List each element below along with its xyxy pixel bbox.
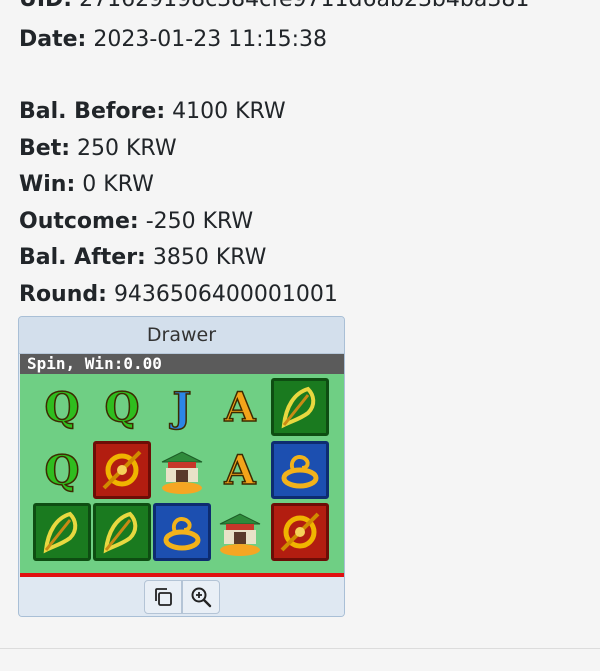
uid-label: UID: bbox=[19, 0, 72, 12]
green-leaf-icon bbox=[32, 502, 92, 562]
balance-after-label: Bal. After: bbox=[19, 245, 146, 270]
red-dragon-icon bbox=[92, 440, 152, 500]
date-row: Date: 2023-01-23 11:15:38 bbox=[19, 25, 327, 55]
spin-result-bar: Spin, Win:0.00 bbox=[20, 354, 344, 374]
balance-before-value: 4100 KRW bbox=[172, 99, 286, 124]
outcome-value: -250 KRW bbox=[145, 209, 254, 234]
copy-icon bbox=[155, 588, 172, 606]
drawer-title: Drawer bbox=[19, 317, 344, 354]
balance-before-label: Bal. Before: bbox=[19, 99, 166, 124]
pagoda-icon bbox=[210, 502, 270, 562]
reel-symbol-a: A bbox=[224, 383, 257, 432]
reel-symbol-q: Q bbox=[104, 383, 140, 432]
round-row: Round: 9436506400001001 bbox=[19, 280, 338, 310]
drawer-panel: Drawer Spin, Win:0.00 Q Q J A Q A bbox=[18, 316, 345, 617]
round-label: Round: bbox=[19, 282, 107, 307]
bet-label: Bet: bbox=[19, 136, 71, 161]
green-leaf-icon bbox=[92, 502, 152, 562]
round-value: 9436506400001001 bbox=[113, 282, 338, 307]
uid-value: 271629198c384cfe9711d6ab23b4ba381 bbox=[79, 0, 529, 12]
zoom-in-icon bbox=[191, 587, 212, 608]
balance-after-value: 3850 KRW bbox=[152, 245, 267, 270]
uid-row: UID: 271629198c384cfe9711d6ab23b4ba381 bbox=[19, 0, 529, 15]
blue-ring-icon bbox=[152, 502, 212, 562]
reel-symbol-a: A bbox=[224, 446, 257, 495]
blue-ring-icon bbox=[270, 440, 330, 500]
reel-symbol-q: Q bbox=[44, 383, 80, 432]
green-leaf-icon bbox=[270, 377, 330, 437]
section-divider bbox=[0, 648, 600, 649]
balance-after-row: Bal. After: 3850 KRW bbox=[19, 243, 266, 273]
red-dragon-icon bbox=[270, 502, 330, 562]
win-value: 0 KRW bbox=[82, 172, 154, 197]
reel-grid: Q Q J A Q A bbox=[20, 374, 344, 577]
balance-before-row: Bal. Before: 4100 KRW bbox=[19, 97, 286, 127]
reel-symbol-j: J bbox=[172, 383, 192, 432]
outcome-row: Outcome: -250 KRW bbox=[19, 207, 253, 237]
reel-symbol-q: Q bbox=[44, 446, 80, 495]
win-label: Win: bbox=[19, 172, 76, 197]
pagoda-icon bbox=[152, 440, 212, 500]
copy-button[interactable] bbox=[144, 580, 182, 614]
win-row: Win: 0 KRW bbox=[19, 170, 154, 200]
drawer-toolbar bbox=[20, 577, 344, 616]
bet-row: Bet: 250 KRW bbox=[19, 134, 177, 164]
date-value: 2023-01-23 11:15:38 bbox=[93, 27, 327, 52]
bet-value: 250 KRW bbox=[77, 136, 177, 161]
date-label: Date: bbox=[19, 27, 87, 52]
outcome-label: Outcome: bbox=[19, 209, 139, 234]
zoom-in-button[interactable] bbox=[182, 580, 220, 614]
